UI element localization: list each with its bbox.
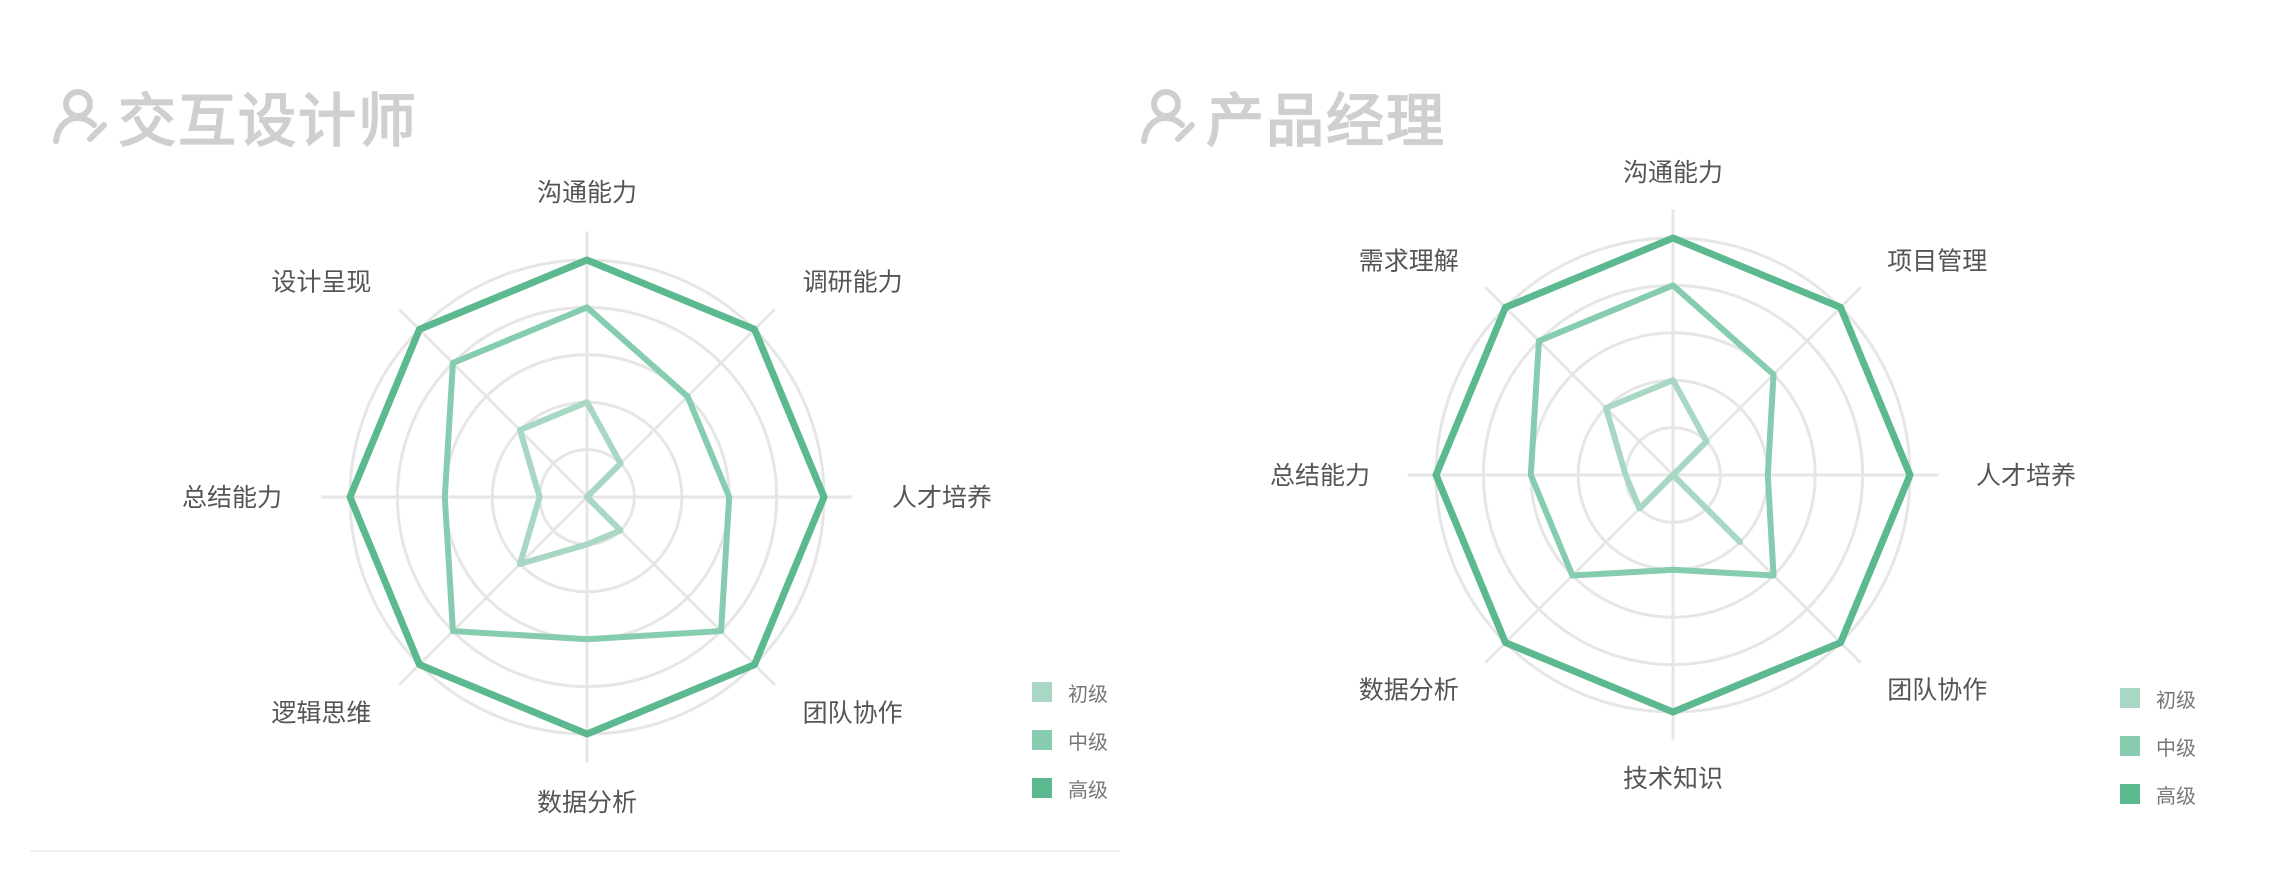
legend-item-beginner: 初级	[2120, 674, 2196, 722]
legend-swatch	[1032, 730, 1052, 750]
radar-charts: 沟通能力调研能力人才培养团队协作数据分析逻辑思维总结能力设计呈现沟通能力项目管理…	[182, 158, 2076, 817]
axis-label: 总结能力	[182, 483, 282, 512]
axis-label: 团队协作	[803, 699, 903, 728]
legend-item-intermediate: 中级	[1032, 716, 1108, 764]
legend-label: 初级	[2156, 687, 2196, 712]
legend-label: 初级	[1068, 681, 1108, 706]
axis-label: 人才培养	[1976, 461, 2076, 490]
legend-item-beginner: 初级	[1032, 668, 1108, 716]
radar-chart-1: 沟通能力调研能力人才培养团队协作数据分析 逻辑思维 总结能力 设计呈现	[182, 178, 992, 817]
axis-spoke	[398, 495, 589, 686]
axis-spoke	[1484, 286, 1675, 477]
axis-label: 沟通能力	[1623, 158, 1723, 187]
axis-label: 逻辑思维	[271, 699, 371, 728]
legend-label: 中级	[2156, 735, 2196, 760]
axis-label: 设计呈现	[271, 267, 371, 296]
legend-item-advanced: 高级	[2120, 770, 2196, 818]
chart-1-legend: 初级 中级 高级	[1032, 668, 1108, 812]
legend-swatch	[1032, 778, 1052, 798]
axis-label: 数据分析	[537, 788, 637, 817]
axis-label: 总结能力	[1270, 461, 1370, 490]
legend-label: 高级	[2156, 783, 2196, 808]
legend-swatch	[2120, 736, 2140, 756]
axis-label: 沟通能力	[537, 178, 637, 207]
legend-item-advanced: 高级	[1032, 764, 1108, 812]
axis-label: 调研能力	[803, 267, 903, 296]
bottom-divider	[30, 850, 1120, 852]
axis-spoke	[398, 308, 589, 499]
legend-swatch	[2120, 688, 2140, 708]
legend-label: 高级	[1068, 777, 1108, 802]
chart-2-legend: 初级 中级 高级	[2120, 674, 2196, 818]
series-2-line	[1527, 282, 1777, 579]
legend-swatch	[2120, 784, 2140, 804]
legend-swatch	[1032, 682, 1052, 702]
axis-label: 数据分析	[1359, 675, 1459, 704]
axis-label: 技术知识	[1623, 764, 1723, 793]
legend-item-intermediate: 中级	[2120, 722, 2196, 770]
axis-label: 项目管理	[1887, 247, 1987, 276]
axis-label: 人才培养	[892, 483, 992, 512]
legend-label: 中级	[1068, 729, 1108, 754]
axis-label: 团队协作	[1887, 675, 1987, 704]
radar-chart-2: 沟通能力项目管理人才培养团队协作技术知识 数据分析 总结能力 需求理解	[1270, 158, 2076, 793]
axis-label: 需求理解	[1359, 247, 1459, 276]
